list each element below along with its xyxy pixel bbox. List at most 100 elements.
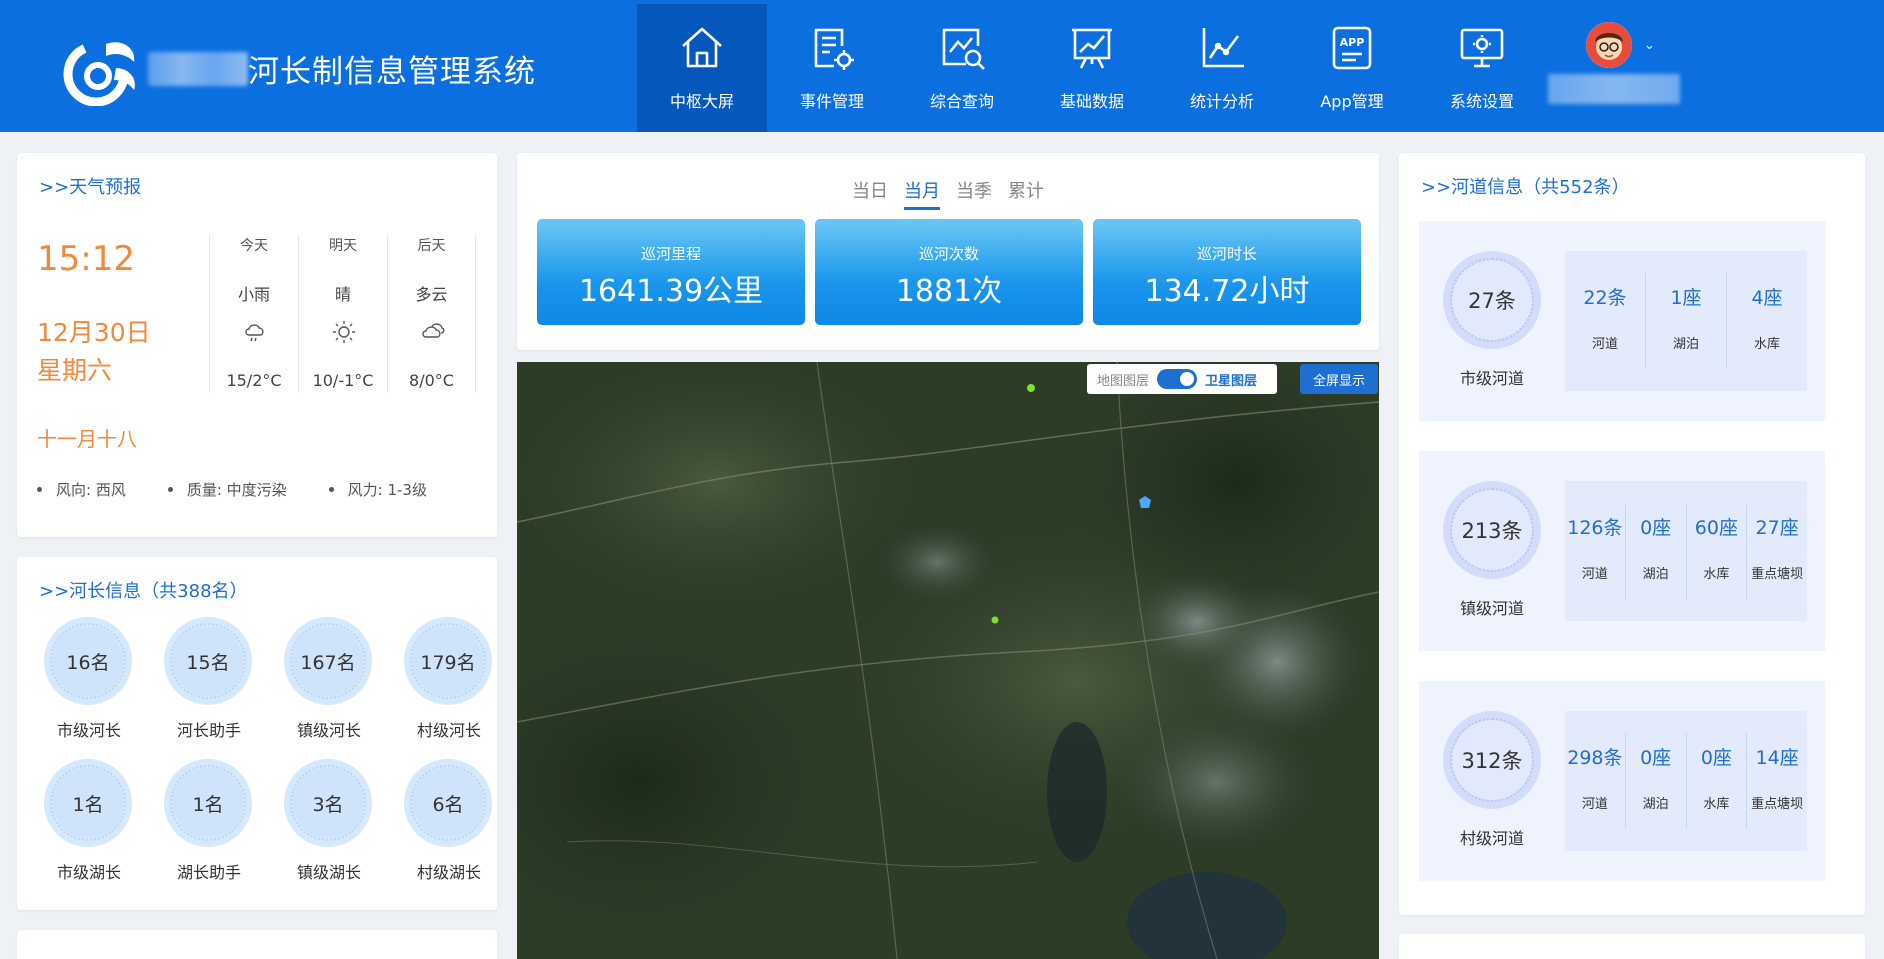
nav-label: 基础数据 <box>1059 92 1124 111</box>
sub-label: 湖泊 <box>1642 797 1669 812</box>
chief-stat[interactable]: 179名 村级河长 <box>389 617 509 753</box>
chief-stat[interactable]: 1名湖长助手 <box>149 759 269 895</box>
sub-stat: 126条 河道 <box>1565 503 1625 599</box>
nav-item-app-management[interactable]: APP App管理 <box>1287 4 1417 132</box>
avatar-icon <box>1586 22 1632 68</box>
river-block-city[interactable]: 27条 市级河道 22条 河道 1座 湖泊 4座 水库 <box>1419 221 1825 421</box>
river-sub-stats: 298条 河道 0座 湖泊 0座 水库 14座 重点塘坝 <box>1565 711 1807 851</box>
sub-value: 1座 <box>1670 287 1702 309</box>
satellite-map[interactable]: 地图图层 卫星图层 全屏显示 <box>517 362 1379 959</box>
nav-item-comprehensive-query[interactable]: 综合查询 <box>897 4 1027 132</box>
sub-label: 水库 <box>1703 797 1730 812</box>
sub-stat: 60座水库 <box>1685 503 1747 599</box>
user-avatar[interactable] <box>1586 22 1632 68</box>
sub-stat: 14座 重点塘坝 <box>1746 733 1807 829</box>
tab-month[interactable]: 当月 <box>904 177 940 210</box>
forecast-day-label: 后天 <box>417 238 446 254</box>
chief-stat[interactable]: 3名 镇级湖长 <box>269 759 389 895</box>
chief-stat[interactable]: 1名市级湖长 <box>29 759 149 895</box>
sub-value: 298条 <box>1567 747 1623 769</box>
patrol-distance-card: 巡河里程 1641.39公里 <box>537 219 805 325</box>
sub-stat: 1座 湖泊 <box>1645 273 1726 369</box>
sub-stat: 27座重点塘坝 <box>1746 503 1807 599</box>
sub-value: 27座 <box>1755 517 1799 539</box>
weather-stats: 风向: 西风 质量: 中度污染 风力: 1-3级 <box>37 479 469 500</box>
stat-label: 巡河次数 <box>918 245 979 263</box>
period-tabs: 当日 当月 当季 累计 <box>852 177 1060 210</box>
current-weekday: 星期六 <box>37 356 113 385</box>
svg-text:APP: APP <box>1340 36 1365 49</box>
line-chart-icon <box>1202 28 1244 68</box>
chief-count: 6名 <box>413 768 483 838</box>
tab-quarter[interactable]: 当季 <box>956 177 992 210</box>
chevron-down-icon[interactable]: ⌄ <box>1644 38 1655 53</box>
chief-stat[interactable]: 15名 河长助手 <box>149 617 269 753</box>
nav-item-event-management[interactable]: 事件管理 <box>767 4 897 132</box>
chief-count: 1名 <box>173 768 243 838</box>
sub-stat: 22条 河道 <box>1565 273 1645 369</box>
current-date: 12月30日 <box>37 318 151 347</box>
chief-stat[interactable]: 16名 市级河长 <box>29 617 149 753</box>
nav-label: 事件管理 <box>799 92 864 111</box>
layer-control: 地图图层 卫星图层 <box>1087 364 1277 394</box>
stat-value: 1641.39公里 <box>578 274 764 309</box>
sub-stat: 298条 河道 <box>1565 733 1625 829</box>
sub-label: 水库 <box>1703 567 1730 582</box>
chief-count: 179名 <box>413 626 483 696</box>
forecast-temperature: 8/0°C <box>409 371 454 390</box>
nav-label: 系统设置 <box>1449 92 1514 111</box>
forecast-condition: 多云 <box>415 285 448 304</box>
sub-value: 126条 <box>1567 517 1623 539</box>
tab-today[interactable]: 当日 <box>852 177 888 210</box>
sun-icon <box>333 321 355 343</box>
forecast-day: 后天 多云 8/0°C <box>387 235 476 393</box>
logo-icon <box>63 41 135 106</box>
nav-label: App管理 <box>1320 92 1384 111</box>
sub-stat: 0座 湖泊 <box>1624 503 1686 599</box>
fullscreen-button[interactable]: 全屏显示 <box>1300 364 1378 394</box>
layer-toggle[interactable] <box>1157 369 1198 389</box>
weather-title: >>天气预报 <box>39 177 142 198</box>
chief-count: 15名 <box>173 626 243 696</box>
river-info-card: >>河道信息（共552条） 27条 市级河道 22条 河道 1座 湖泊 4座 水库 2… <box>1399 153 1865 915</box>
forecast-day: 今天 小雨 15/2°C <box>209 235 298 393</box>
nav-item-dashboard[interactable]: 中枢大屏 <box>637 4 767 132</box>
event-card-partial <box>17 930 497 959</box>
nav-label: 综合查询 <box>929 92 994 111</box>
nav-item-system-settings[interactable]: 系统设置 <box>1417 4 1547 132</box>
chief-label: 湖长助手 <box>176 863 241 882</box>
river-chief-grid: 16名 市级河长 15名 河长助手 167名 镇级河长 179名 村级河长 1名市级湖长… <box>29 617 509 895</box>
forecast-columns: 今天 小雨 15/2°C 明天 晴 10/-1°C 后天 多云 8/0°C <box>209 235 476 393</box>
nav-item-statistics[interactable]: 统计分析 <box>1157 4 1287 132</box>
tab-total[interactable]: 累计 <box>1008 177 1044 210</box>
river-block-village[interactable]: 312条 村级河道 298条 河道 0座 湖泊 0座 水库 14座 重点塘坝 <box>1419 681 1825 881</box>
right-card-partial <box>1399 934 1865 959</box>
chief-stat[interactable]: 167名 镇级河长 <box>269 617 389 753</box>
chief-count: 1名 <box>53 768 123 838</box>
river-sub-stats: 22条 河道 1座 湖泊 4座 水库 <box>1565 251 1807 391</box>
satellite-layer-label[interactable]: 卫星图层 <box>1205 370 1257 389</box>
river-level-label: 镇级河道 <box>1459 599 1524 618</box>
top-header: 河长制信息管理系统 中枢大屏 事件管理 综合查询 基础数据 统计分析 APP A… <box>0 0 1884 132</box>
stat-label: 巡河里程 <box>640 245 701 263</box>
river-block-town[interactable]: 213条 镇级河道 126条 河道 0座 湖泊 60座 水库 27座 重点塘坝 <box>1419 451 1825 651</box>
sub-label: 重点塘坝 <box>1751 567 1804 582</box>
lunar-date: 十一月十八 <box>37 427 137 451</box>
chief-label: 市级河长 <box>56 721 121 740</box>
sub-value: 60座 <box>1694 517 1738 539</box>
main-nav: 中枢大屏 事件管理 综合查询 基础数据 统计分析 APP App管理 系统设置 <box>637 4 1547 132</box>
search-chart-icon <box>942 28 985 70</box>
chief-count: 3名 <box>293 768 363 838</box>
nav-label: 中枢大屏 <box>669 92 734 111</box>
chief-count: 167名 <box>293 626 363 696</box>
river-chief-card: >>河长信息（共388名） 16名 市级河长 15名 河长助手 167名 镇级河长 1… <box>17 557 497 910</box>
sub-value: 0座 <box>1640 517 1672 539</box>
forecast-condition: 晴 <box>334 285 351 304</box>
monitor-settings-icon <box>1460 28 1504 68</box>
forecast-temperature: 15/2°C <box>226 371 282 390</box>
chief-label: 市级湖长 <box>56 863 121 882</box>
weather-card: >>天气预报 15:12 12月30日 星期六 十一月十八 今天 小雨 15/2… <box>17 153 497 537</box>
chief-stat[interactable]: 6名 村级湖长 <box>389 759 509 895</box>
nav-item-basic-data[interactable]: 基础数据 <box>1027 4 1157 132</box>
sub-value: 0座 <box>1640 747 1672 769</box>
